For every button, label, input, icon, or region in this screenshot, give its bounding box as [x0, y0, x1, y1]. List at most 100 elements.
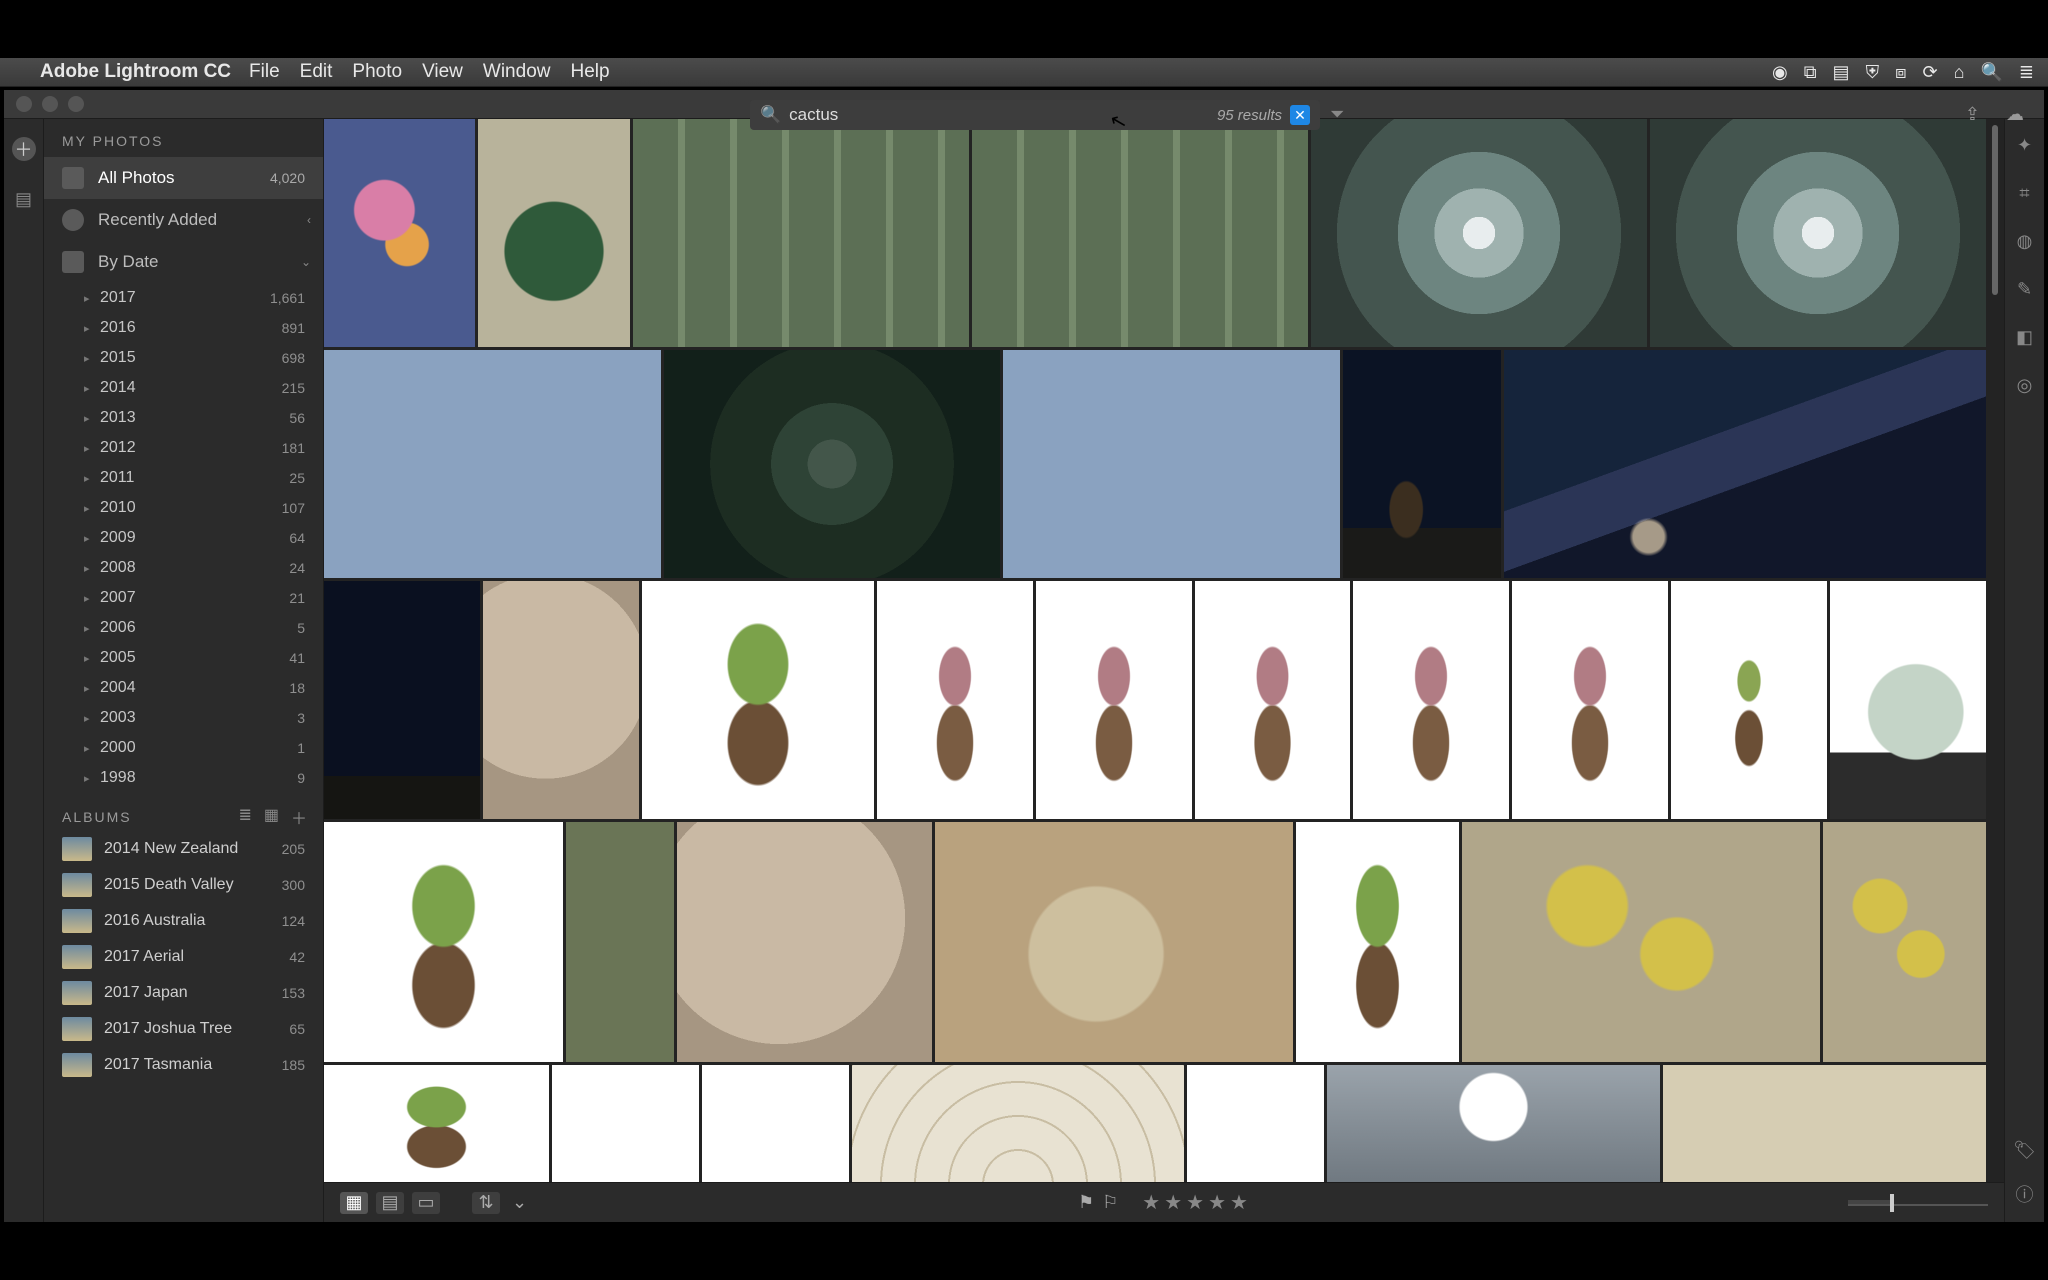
- home-icon[interactable]: ⌂: [1954, 62, 1965, 83]
- photo-thumb[interactable]: [1650, 119, 1986, 347]
- sidebar-item-by-date[interactable]: By Date ⌄: [44, 241, 323, 283]
- photo-grid[interactable]: [324, 119, 1986, 1222]
- photo-thumb[interactable]: [1663, 1065, 1986, 1185]
- year-row[interactable]: 200418: [44, 673, 323, 703]
- sort-button[interactable]: ⇅: [472, 1192, 500, 1214]
- photo-thumb[interactable]: [1823, 822, 1986, 1062]
- sidebar-item-recently-added[interactable]: Recently Added ‹: [44, 199, 323, 241]
- album-row[interactable]: 2017 Aerial42: [44, 939, 323, 975]
- year-row[interactable]: 2015698: [44, 343, 323, 373]
- year-row[interactable]: 200721: [44, 583, 323, 613]
- photo-thumb[interactable]: [1195, 581, 1351, 819]
- year-row[interactable]: 201125: [44, 463, 323, 493]
- menu-edit[interactable]: Edit: [300, 61, 333, 83]
- photo-thumb[interactable]: [1003, 350, 1340, 578]
- healing-panel-icon[interactable]: ◍: [2013, 229, 2037, 253]
- zoom-window-button[interactable]: [68, 96, 84, 112]
- view-mode-square-button[interactable]: ▤: [376, 1192, 404, 1214]
- year-row[interactable]: 19989: [44, 763, 323, 793]
- shield-icon[interactable]: ⛨: [1866, 62, 1880, 83]
- photo-thumb[interactable]: [1830, 581, 1986, 819]
- year-row[interactable]: 20171,661: [44, 283, 323, 313]
- menu-view[interactable]: View: [422, 61, 463, 83]
- keywords-panel-icon[interactable]: 🏷: [2013, 1138, 2037, 1162]
- photo-thumb[interactable]: [1036, 581, 1192, 819]
- cc-status-icon[interactable]: ⧉: [1804, 62, 1817, 83]
- photo-thumb[interactable]: [1327, 1065, 1660, 1185]
- photo-thumb[interactable]: [633, 119, 969, 347]
- menu-help[interactable]: Help: [570, 61, 609, 83]
- photo-thumb[interactable]: [478, 119, 629, 347]
- search-input[interactable]: [789, 105, 1217, 125]
- photo-thumb[interactable]: [1296, 822, 1459, 1062]
- photo-thumb[interactable]: [1353, 581, 1509, 819]
- photo-thumb[interactable]: [642, 581, 874, 819]
- photo-thumb[interactable]: [664, 350, 1001, 578]
- spotlight-icon[interactable]: 🔍: [1980, 62, 2002, 83]
- close-window-button[interactable]: [16, 96, 32, 112]
- minimize-window-button[interactable]: [42, 96, 58, 112]
- album-row[interactable]: 2016 Australia124: [44, 903, 323, 939]
- year-row[interactable]: 200541: [44, 643, 323, 673]
- rating-stars[interactable]: ★★★★★: [1140, 1190, 1250, 1215]
- photo-thumb[interactable]: [552, 1065, 699, 1185]
- grid-scrollbar[interactable]: [1992, 125, 1998, 295]
- photo-thumb[interactable]: [852, 1065, 1185, 1185]
- year-row[interactable]: 20001: [44, 733, 323, 763]
- app-icon[interactable]: ▤: [1833, 62, 1850, 83]
- sync-icon[interactable]: ⟳: [1923, 62, 1938, 83]
- photo-thumb[interactable]: [1187, 1065, 1324, 1185]
- photo-thumb[interactable]: [702, 1065, 849, 1185]
- sort-chevron-icon[interactable]: ⌄: [512, 1192, 527, 1213]
- year-row[interactable]: 2016891: [44, 313, 323, 343]
- dropbox-icon[interactable]: ⧈: [1895, 62, 1906, 83]
- album-row[interactable]: 2017 Joshua Tree65: [44, 1011, 323, 1047]
- photo-thumb[interactable]: [324, 350, 661, 578]
- menu-photo[interactable]: Photo: [352, 61, 402, 83]
- album-row[interactable]: 2017 Tasmania185: [44, 1047, 323, 1083]
- app-name[interactable]: Adobe Lightroom CC: [40, 61, 231, 83]
- share-button[interactable]: ⇪: [1965, 104, 1980, 125]
- album-list-view-icon[interactable]: ≣: [238, 805, 253, 829]
- menu-window[interactable]: Window: [483, 61, 551, 83]
- photo-thumb[interactable]: [1671, 581, 1827, 819]
- photo-thumb[interactable]: [1462, 822, 1821, 1062]
- view-mode-detail-button[interactable]: ▭: [412, 1192, 440, 1214]
- year-row[interactable]: 20065: [44, 613, 323, 643]
- radial-grad-icon[interactable]: ◎: [2013, 373, 2037, 397]
- crop-panel-icon[interactable]: ⌗: [2013, 181, 2037, 205]
- photo-thumb[interactable]: [324, 581, 480, 819]
- flag-reject-button[interactable]: ⚐: [1102, 1192, 1118, 1213]
- photo-thumb[interactable]: [1512, 581, 1668, 819]
- photo-thumb[interactable]: [677, 822, 932, 1062]
- album-grid-view-icon[interactable]: ▦: [264, 805, 281, 829]
- search-bar[interactable]: 🔍 95 results ✕: [750, 100, 1320, 130]
- add-photos-button[interactable]: ＋: [12, 137, 36, 161]
- photo-thumb[interactable]: [1504, 350, 1986, 578]
- menu-file[interactable]: File: [249, 61, 280, 83]
- filter-icon[interactable]: ⏷: [1330, 104, 1344, 125]
- mac-menubar[interactable]: Adobe Lightroom CC File Edit Photo View …: [0, 58, 2048, 87]
- photo-thumb[interactable]: [324, 1065, 549, 1185]
- flag-pick-button[interactable]: ⚑: [1078, 1192, 1094, 1213]
- control-center-icon[interactable]: ≣: [2019, 62, 2034, 83]
- year-row[interactable]: 20033: [44, 703, 323, 733]
- photo-thumb[interactable]: [566, 822, 674, 1062]
- album-row[interactable]: 2015 Death Valley300: [44, 867, 323, 903]
- record-icon[interactable]: ◉: [1772, 62, 1788, 83]
- clear-search-button[interactable]: ✕: [1290, 105, 1310, 125]
- edit-panel-icon[interactable]: ✦: [2013, 133, 2037, 157]
- photo-thumb[interactable]: [1311, 119, 1647, 347]
- year-row[interactable]: 201356: [44, 403, 323, 433]
- thumbnail-size-slider[interactable]: [1848, 1200, 1988, 1206]
- year-row[interactable]: 2012181: [44, 433, 323, 463]
- view-mode-grid-button[interactable]: ▦: [340, 1192, 368, 1214]
- brush-panel-icon[interactable]: ✎: [2013, 277, 2037, 301]
- photo-thumb[interactable]: [483, 581, 639, 819]
- add-album-button[interactable]: ＋: [291, 805, 309, 829]
- my-photos-rail-icon[interactable]: ▤: [15, 189, 32, 210]
- album-row[interactable]: 2014 New Zealand205: [44, 831, 323, 867]
- cloud-sync-button[interactable]: ☁: [2006, 104, 2024, 125]
- year-row[interactable]: 200824: [44, 553, 323, 583]
- photo-thumb[interactable]: [877, 581, 1033, 819]
